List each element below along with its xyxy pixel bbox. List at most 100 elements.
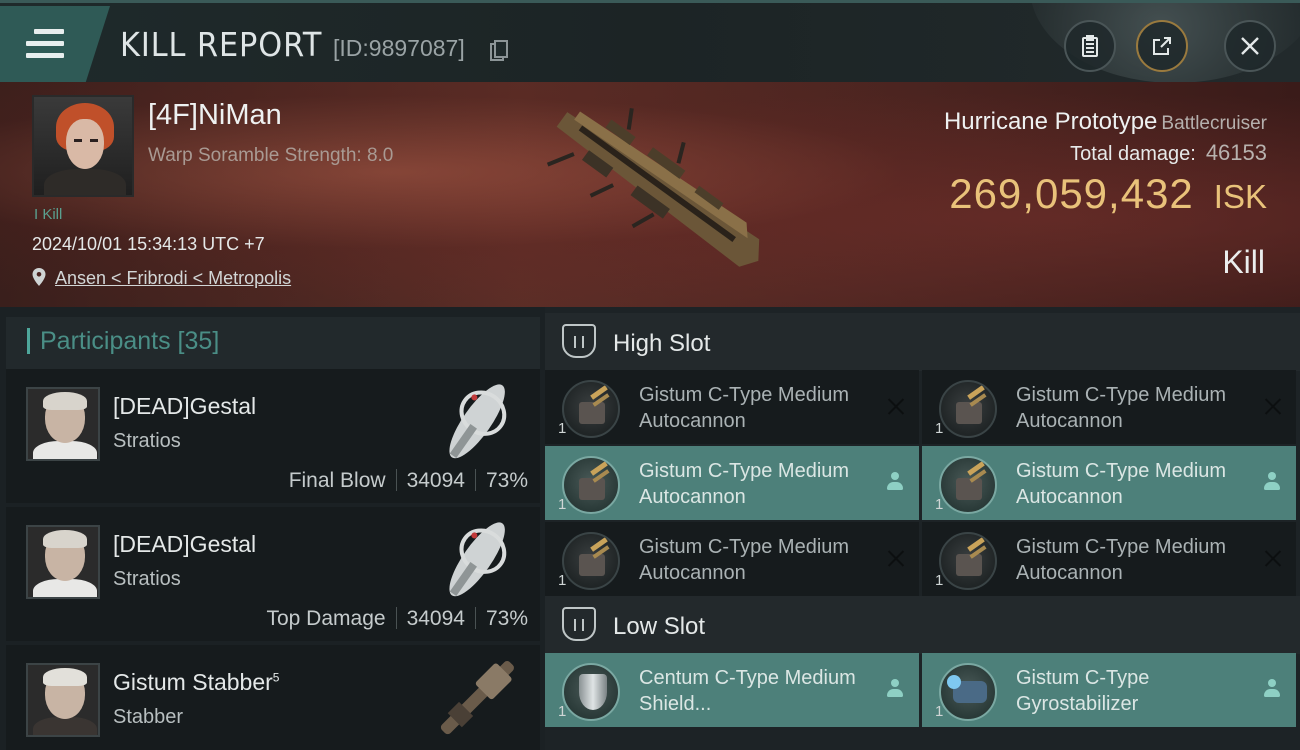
module-name: Centum C-Type Medium Shield... (639, 667, 856, 715)
participant-ship: Stratios (113, 568, 181, 590)
module-name: Gistum C-Type Medium Autocannon (639, 536, 850, 584)
total-damage-value: 46153 (1205, 140, 1267, 165)
dropped-pilot-icon (886, 679, 904, 699)
module-qty: 1 (558, 703, 567, 720)
top-bar: KILL REPORT [ID:9897087] (0, 0, 1300, 83)
victim-panel: [4F]NiMan Warp Soramble Strength: 8.0 I … (0, 82, 1300, 307)
isk-amount: 269,059,432 (949, 170, 1194, 217)
autocannon-icon (939, 380, 997, 438)
participant-stats: Final Blow 34094 73% (289, 469, 528, 493)
clipboard-button[interactable] (1064, 20, 1116, 72)
module-item[interactable]: 1 Gistum C-Type Gyrostabilizer (922, 653, 1296, 727)
participant-damage: 34094 (406, 469, 465, 492)
fitting-panel: High Slot 1 Gistum C-Type Medium Autocan… (545, 307, 1300, 750)
low-slot-header: Low Slot (545, 596, 1300, 654)
autocannon-icon (562, 456, 620, 514)
location-pin-icon (32, 268, 46, 286)
menu-icon (26, 29, 64, 65)
victim-name[interactable]: [4F]NiMan (148, 99, 282, 132)
module-qty: 1 (935, 703, 944, 720)
kill-result-label: Kill (1222, 244, 1265, 280)
victim-portrait[interactable] (32, 95, 134, 197)
location-link[interactable]: Ansen < Fribrodi < Metropolis (55, 268, 291, 289)
module-qty: 1 (558, 572, 567, 589)
dropped-pilot-icon (1263, 679, 1281, 699)
module-name: Gistum C-Type Medium Autocannon (1016, 460, 1227, 508)
participant-card[interactable]: [DEAD]Gestal Stratios Top Damage 34094 73% (6, 507, 540, 641)
destroyed-icon (1264, 397, 1282, 415)
share-icon (1153, 37, 1171, 55)
participant-percent: 73% (485, 607, 528, 630)
total-damage: Total damage: 46153 (1070, 140, 1267, 165)
dropped-pilot-icon (886, 472, 904, 492)
participant-ship: Stabber (113, 706, 184, 728)
autocannon-icon (939, 456, 997, 514)
low-slot-icon (562, 607, 596, 641)
isk-value: 269,059,432 ISK (949, 170, 1267, 218)
isk-unit: ISK (1213, 178, 1267, 215)
gyrostabilizer-icon (939, 663, 997, 721)
participant-percent: 73% (485, 469, 528, 492)
shield-icon (562, 663, 620, 721)
module-name: Gistum C-Type Medium Autocannon (1016, 536, 1227, 584)
participant-damage: 34094 (406, 607, 465, 630)
participant-ship-image (449, 522, 507, 597)
high-slot-label: High Slot (613, 330, 711, 357)
ship-class: Battlecruiser (1161, 113, 1267, 134)
close-button[interactable] (1224, 20, 1276, 72)
module-item[interactable]: 1 Gistum C-Type Medium Autocannon (545, 370, 919, 444)
high-slot-header: High Slot (545, 313, 1300, 371)
module-qty: 1 (935, 496, 944, 513)
participant-ship-image (440, 661, 514, 735)
participant-ship-image (449, 384, 507, 459)
copy-icon[interactable] (490, 40, 508, 61)
victim-ship-image[interactable] (520, 82, 790, 297)
participant-card[interactable]: Gistum Stabber5 Stabber (6, 645, 540, 750)
kill-count: I Kill (34, 206, 63, 223)
module-item[interactable]: 1 Centum C-Type Medium Shield... (545, 653, 919, 727)
clipboard-icon (1082, 35, 1098, 57)
participant-name: Gistum Stabber5 (113, 669, 280, 695)
autocannon-icon (562, 532, 620, 590)
victim-ship-name[interactable]: Hurricane Prototype Battlecruiser (944, 108, 1267, 136)
module-qty: 1 (935, 420, 944, 437)
high-slot-icon (562, 324, 596, 358)
participant-ship: Stratios (113, 430, 181, 452)
module-item[interactable]: 1 Gistum C-Type Medium Autocannon (922, 370, 1296, 444)
module-qty: 1 (558, 496, 567, 513)
module-qty: 1 (558, 420, 567, 437)
autocannon-icon (939, 532, 997, 590)
menu-button[interactable] (0, 6, 110, 82)
module-item[interactable]: 1 Gistum C-Type Medium Autocannon (545, 522, 919, 596)
participants-header[interactable]: Participants [35] (6, 317, 540, 369)
participant-avatar[interactable] (26, 663, 100, 737)
module-qty: 1 (935, 572, 944, 589)
autocannon-icon (562, 380, 620, 438)
close-icon (1241, 37, 1259, 55)
participant-name: [DEAD]Gestal (113, 393, 257, 419)
participant-role: Top Damage (266, 607, 386, 630)
dropped-pilot-icon (1263, 472, 1281, 492)
module-name: Gistum C-Type Medium Autocannon (639, 460, 850, 508)
report-id: [ID:9897087] (333, 35, 465, 61)
participants-panel: Participants [35] [DEAD]Gestal Stratios … (0, 307, 545, 750)
participant-name: [DEAD]Gestal (113, 531, 257, 557)
destroyed-icon (1264, 549, 1282, 567)
kill-timestamp: 2024/10/01 15:34:13 UTC +7 (32, 234, 265, 254)
module-name: Gistum C-Type Medium Autocannon (639, 384, 850, 432)
participant-avatar[interactable] (26, 387, 100, 461)
participant-avatar[interactable] (26, 525, 100, 599)
participant-card[interactable]: [DEAD]Gestal Stratios Final Blow 34094 73% (6, 369, 540, 503)
low-slot-label: Low Slot (613, 613, 706, 640)
share-button[interactable] (1136, 20, 1188, 72)
module-name: Gistum C-Type Medium Autocannon (1016, 384, 1227, 432)
participant-stats: Top Damage 34094 73% (266, 607, 528, 631)
participant-level: 5 (272, 670, 280, 685)
module-item[interactable]: 1 Gistum C-Type Medium Autocannon (922, 522, 1296, 596)
module-name: Gistum C-Type Gyrostabilizer (1016, 667, 1150, 715)
participant-role: Final Blow (288, 469, 386, 492)
module-item[interactable]: 1 Gistum C-Type Medium Autocannon (922, 446, 1296, 520)
victim-subtitle: Warp Soramble Strength: 8.0 (148, 145, 394, 166)
module-item[interactable]: 1 Gistum C-Type Medium Autocannon (545, 446, 919, 520)
destroyed-icon (887, 549, 905, 567)
